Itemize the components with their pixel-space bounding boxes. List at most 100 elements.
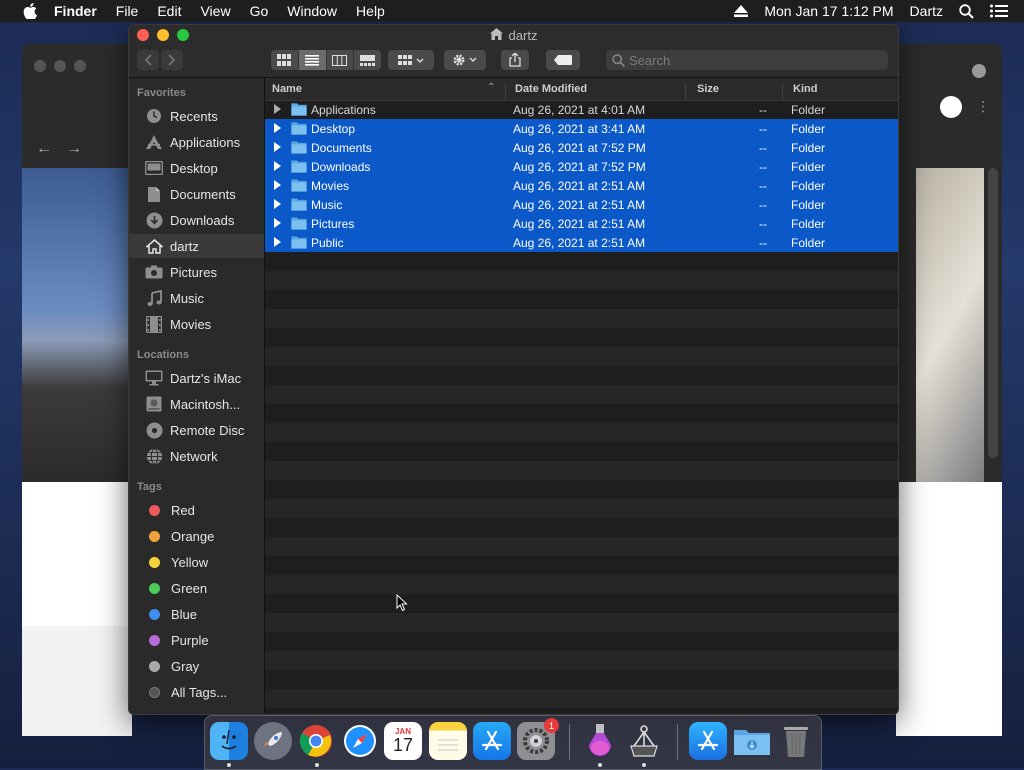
- file-row-public[interactable]: Public Aug 26, 2021 at 2:51 AM -- Folder: [265, 233, 898, 252]
- tag-color-dot-icon: [149, 660, 160, 672]
- menu-window[interactable]: Window: [287, 3, 337, 19]
- disclosure-triangle-icon[interactable]: [274, 199, 281, 209]
- column-header-date-modified[interactable]: Date Modified: [515, 83, 587, 95]
- spotlight-search-icon[interactable]: [959, 3, 974, 19]
- disclosure-triangle-icon[interactable]: [274, 180, 281, 190]
- dock-trash-icon[interactable]: [777, 722, 815, 760]
- dock-calendar-icon[interactable]: JAN 17: [384, 722, 422, 760]
- disclosure-triangle-icon[interactable]: [274, 218, 281, 228]
- file-row-documents[interactable]: Documents Aug 26, 2021 at 7:52 PM -- Folder: [265, 138, 898, 157]
- sidebar-item-remote-disc[interactable]: Remote Disc: [129, 418, 264, 442]
- file-row-applications[interactable]: Applications Aug 26, 2021 at 4:01 AM -- Fol…: [265, 100, 898, 119]
- sidebar-item-dartz[interactable]: dartz: [129, 234, 264, 258]
- sidebar-tag-green[interactable]: Green: [129, 576, 264, 600]
- sidebar-item-applications[interactable]: Applications: [129, 130, 264, 154]
- sidebar-item-desktop[interactable]: Desktop: [129, 156, 264, 180]
- sidebar-item-macintosh-hd[interactable]: Macintosh...: [129, 392, 264, 416]
- empty-row: [265, 309, 898, 328]
- search-input[interactable]: [629, 52, 869, 68]
- column-view-button[interactable]: [327, 50, 355, 70]
- menubar-user[interactable]: Dartz: [910, 3, 943, 19]
- menu-help[interactable]: Help: [356, 3, 385, 19]
- menubar-clock[interactable]: Mon Jan 17 1:12 PM: [764, 3, 893, 19]
- dock-installer-icon[interactable]: [581, 722, 619, 760]
- file-row-music[interactable]: Music Aug 26, 2021 at 2:51 AM -- Folder: [265, 195, 898, 214]
- sidebar-item-label: Gray: [171, 658, 200, 674]
- file-row-pictures[interactable]: Pictures Aug 26, 2021 at 2:51 AM -- Folder: [265, 214, 898, 233]
- sidebar-item-recents[interactable]: Recents: [129, 104, 264, 128]
- sidebar-item-imac[interactable]: Dartz's iMac: [129, 366, 264, 390]
- column-header-name[interactable]: Name: [272, 83, 302, 95]
- file-row-downloads[interactable]: Downloads Aug 26, 2021 at 7:52 PM -- Folder: [265, 157, 898, 176]
- file-row-movies[interactable]: Movies Aug 26, 2021 at 2:51 AM -- Folder: [265, 176, 898, 195]
- sidebar-item-pictures[interactable]: Pictures: [129, 260, 264, 284]
- disclosure-triangle-icon[interactable]: [274, 237, 281, 247]
- menu-app-finder[interactable]: Finder: [54, 3, 97, 19]
- file-kind: Folder: [791, 198, 826, 212]
- dock-app-store-icon[interactable]: [473, 722, 511, 760]
- icon-view-button[interactable]: [271, 50, 299, 70]
- file-row-desktop[interactable]: Desktop Aug 26, 2021 at 3:41 AM -- Folder: [265, 119, 898, 138]
- apple-logo-icon[interactable]: [20, 1, 40, 21]
- group-arrange-button[interactable]: [388, 50, 434, 70]
- dock-downloads-folder-icon[interactable]: [733, 722, 771, 760]
- sidebar-item-network[interactable]: Network: [129, 444, 264, 468]
- gallery-view-button[interactable]: [354, 50, 381, 70]
- disclosure-triangle-icon[interactable]: [274, 161, 281, 171]
- sidebar-tag-yellow[interactable]: Yellow: [129, 550, 264, 574]
- empty-row: [265, 271, 898, 290]
- dock-utility-tool-icon[interactable]: [625, 722, 663, 760]
- calendar-day: 17: [392, 734, 414, 755]
- dock-launchpad-icon[interactable]: [254, 722, 292, 760]
- sidebar-tag-purple[interactable]: Purple: [129, 628, 264, 652]
- sidebar-tag-gray[interactable]: Gray: [129, 654, 264, 678]
- list-view-button[interactable]: [298, 50, 327, 70]
- menu-file[interactable]: File: [116, 3, 139, 19]
- sidebar-tag-red[interactable]: Red: [129, 498, 264, 522]
- disclosure-triangle-icon[interactable]: [274, 142, 281, 152]
- notification-badge: 1: [544, 718, 559, 733]
- file-rows: Applications Aug 26, 2021 at 4:01 AM -- Fol…: [265, 100, 898, 714]
- sidebar-item-documents[interactable]: Documents: [129, 182, 264, 206]
- control-center-list-icon[interactable]: [990, 4, 1008, 18]
- forward-button[interactable]: [161, 50, 183, 70]
- dock-system-preferences-icon[interactable]: 1: [517, 718, 559, 760]
- tag-color-dot-icon: [149, 686, 160, 698]
- action-menu-button[interactable]: [444, 50, 486, 70]
- grid-icon: [277, 54, 292, 66]
- hard-disk-icon: [145, 395, 163, 413]
- download-icon: [145, 211, 163, 229]
- disclosure-triangle-icon[interactable]: [274, 123, 281, 133]
- dock-finder-icon[interactable]: [210, 722, 248, 760]
- sidebar-tag-all-tags[interactable]: All Tags...: [129, 680, 264, 704]
- dock-notes-icon[interactable]: [429, 722, 467, 760]
- background-browser-window-left[interactable]: ← →: [22, 44, 132, 736]
- folder-icon: [291, 159, 307, 173]
- background-scrollbar: [988, 168, 998, 458]
- back-button[interactable]: [137, 50, 159, 70]
- applications-icon: [145, 133, 163, 151]
- eject-icon[interactable]: [734, 5, 749, 17]
- empty-row: [265, 670, 898, 689]
- search-field[interactable]: [606, 50, 888, 70]
- column-header-kind[interactable]: Kind: [793, 83, 817, 95]
- edit-tags-button[interactable]: [546, 50, 580, 70]
- sidebar-tag-orange[interactable]: Orange: [129, 524, 264, 548]
- share-icon: [509, 53, 521, 67]
- sidebar-tag-blue[interactable]: Blue: [129, 602, 264, 626]
- sidebar-item-label: Movies: [170, 316, 212, 332]
- menu-edit[interactable]: Edit: [157, 3, 181, 19]
- empty-row: [265, 347, 898, 366]
- disclosure-triangle-icon[interactable]: [274, 104, 281, 114]
- dock-safari-icon[interactable]: [341, 722, 379, 760]
- sidebar-item-music[interactable]: Music: [129, 286, 264, 310]
- sidebar-item-downloads[interactable]: Downloads: [129, 208, 264, 232]
- dock-applications-folder-icon[interactable]: [689, 722, 727, 760]
- dock-chrome-icon[interactable]: [297, 722, 335, 760]
- share-button[interactable]: [501, 50, 529, 70]
- sidebar-item-movies[interactable]: Movies: [129, 312, 264, 336]
- menu-go[interactable]: Go: [250, 3, 269, 19]
- menu-view[interactable]: View: [200, 3, 230, 19]
- column-header-size[interactable]: Size: [697, 83, 719, 95]
- background-browser-window-right[interactable]: ⋮: [896, 44, 1002, 736]
